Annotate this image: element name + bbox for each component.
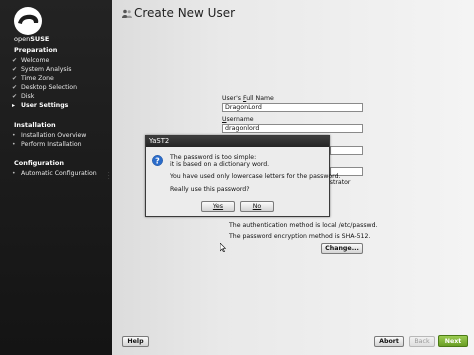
dialog-message-line3: You have used only lowercase letters for… (170, 173, 341, 180)
step-welcome: ✔ Welcome (12, 57, 50, 64)
section-installation: Installation (14, 121, 56, 129)
help-button[interactable]: Help (122, 336, 149, 347)
full-name-input[interactable]: DragonLord (222, 103, 363, 112)
step-disk: ✔ Disk (12, 93, 35, 100)
section-preparation: Preparation (14, 46, 58, 54)
check-icon: ✔ (12, 57, 18, 64)
svg-text:?: ? (155, 156, 160, 165)
sidebar-resize-handle[interactable]: · · · (108, 171, 111, 182)
step-installation-overview: • Installation Overview (12, 132, 87, 139)
bullet-icon: • (12, 141, 16, 148)
encryption-method-text: The password encryption method is SHA-51… (229, 233, 371, 240)
step-perform-installation: • Perform Installation (12, 141, 82, 148)
dialog-message-line1: The password is too simple: (170, 154, 257, 161)
opensuse-logo-text: openSUSE (14, 35, 50, 43)
users-icon (122, 9, 132, 18)
current-arrow-icon: ▸ (12, 102, 16, 109)
no-button[interactable]: No (240, 201, 274, 212)
password-input[interactable] (330, 146, 363, 155)
username-label: Username (222, 116, 254, 123)
page-title: Create New User (134, 6, 236, 20)
password-warning-dialog: YaST2 ? The password is too simple: it i… (145, 135, 341, 217)
sidebar: openSUSE Preparation ✔ Welcome ✔ System An… (0, 0, 112, 355)
step-user-settings: ▸ User Settings (12, 102, 69, 109)
username-input[interactable]: dragonlord (222, 124, 363, 133)
mouse-cursor-icon (220, 243, 226, 252)
section-configuration: Configuration (14, 159, 64, 167)
back-button[interactable]: Back (409, 336, 435, 347)
check-icon: ✔ (12, 66, 18, 73)
check-icon: ✔ (12, 84, 18, 91)
dialog-message-line2: it is based on a dictionary word. (170, 161, 270, 168)
bullet-icon: • (12, 132, 16, 139)
step-system-analysis: ✔ System Analysis (12, 66, 72, 73)
yes-button[interactable]: Yes (201, 201, 235, 212)
check-icon: ✔ (12, 93, 18, 100)
step-time-zone: ✔ Time Zone (12, 75, 54, 82)
question-icon: ? (152, 155, 163, 166)
change-button[interactable]: Change... (321, 243, 363, 254)
abort-button[interactable]: Abort (374, 336, 404, 347)
full-name-label: User's Full Name (222, 95, 274, 102)
dialog-title: YaST2 (146, 136, 329, 147)
check-icon: ✔ (12, 75, 18, 82)
admin-checkbox-label: istrator (328, 179, 351, 186)
step-desktop-selection: ✔ Desktop Selection (12, 84, 77, 91)
dialog-question: Really use this password? (170, 186, 250, 193)
step-automatic-configuration: • Automatic Configuration (12, 170, 97, 177)
bullet-icon: • (12, 170, 16, 177)
next-button[interactable]: Next (438, 335, 468, 347)
auth-method-text: The authentication method is local /etc/… (229, 222, 378, 229)
